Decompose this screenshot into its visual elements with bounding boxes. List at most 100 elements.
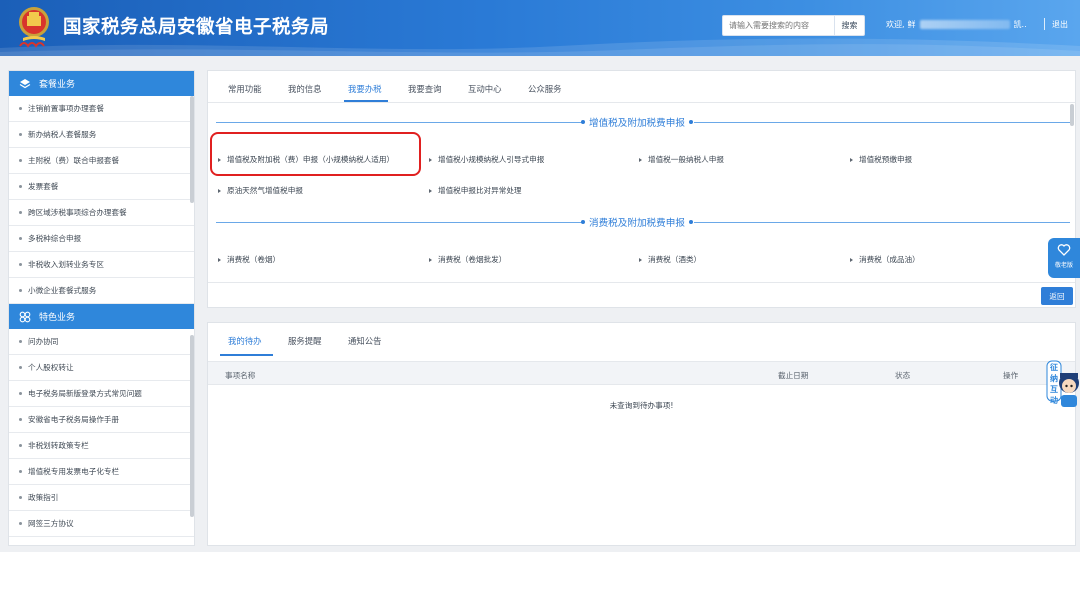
caret-right-icon: [639, 257, 642, 262]
bullet-icon: [19, 263, 22, 266]
sidebar-item[interactable]: 电子税务局新版登录方式常见问题: [9, 381, 194, 407]
sidebar-item-label: 主附税（费）联合申报套餐: [28, 156, 120, 165]
link-label: 增值税小规模纳税人引导式申报: [438, 155, 545, 164]
sidebar-section-package[interactable]: 套餐业务: [9, 71, 194, 96]
sidebar-item[interactable]: 多税种综合申报: [9, 226, 194, 252]
bullet-icon: [19, 522, 22, 525]
tab-interaction-center[interactable]: 互动中心: [468, 83, 502, 95]
sidebar-item[interactable]: 安徽省电子税务局操作手册: [9, 407, 194, 433]
link-crude-oil-gas[interactable]: 原油天然气增值税申报: [218, 185, 303, 196]
link-consumption-refined-oil[interactable]: 消费税（成品油）: [850, 254, 920, 265]
link-vat-guided[interactable]: 增值税小规模纳税人引导式申报: [429, 154, 544, 165]
search-button[interactable]: 搜索: [835, 15, 865, 36]
panel-scrollbar[interactable]: [1070, 104, 1074, 126]
link-label: 增值税申报比对异常处理: [438, 186, 522, 195]
tab-my-todos[interactable]: 我的待办: [228, 335, 262, 347]
link-vat-general[interactable]: 增值税一般纳税人申报: [639, 154, 724, 165]
sidebar-item-label: 电子税务局新版登录方式常见问题: [28, 389, 142, 398]
tab-my-info[interactable]: 我的信息: [288, 83, 322, 95]
bullet-icon: [19, 289, 22, 292]
bullet-icon: [19, 340, 22, 343]
bullet-icon: [19, 185, 22, 188]
site-title: 国家税务总局安徽省电子税务局: [63, 17, 330, 38]
bullet-icon: [19, 107, 22, 110]
sidebar-section-featured[interactable]: 特色业务: [9, 304, 194, 329]
section-divider-right: [694, 222, 1070, 223]
bullet-icon: [19, 418, 22, 421]
sidebar-item-label: 非税收入划转业务专区: [28, 260, 104, 269]
tab-file-taxes[interactable]: 我要办税: [348, 83, 382, 95]
sidebar-item-label: 问办协同: [28, 337, 59, 346]
panel-footer-divider: [208, 282, 1075, 283]
bullet-icon: [19, 159, 22, 162]
caret-right-icon: [218, 257, 221, 262]
todo-table-header: 事项名称 截止日期 状态 操作: [208, 361, 1075, 385]
sidebar-item-label: 小微企业套餐式服务: [28, 286, 97, 295]
tab-public-services[interactable]: 公众服务: [528, 83, 562, 95]
sidebar-item[interactable]: 新办纳税人套餐服务: [9, 122, 194, 148]
caret-right-icon: [639, 157, 642, 162]
section-divider-left: [216, 122, 582, 123]
col-deadline: 截止日期: [778, 371, 809, 380]
sidebar-item-label: 安徽省电子税务局操作手册: [28, 415, 120, 424]
section-divider-dot: [581, 220, 585, 224]
sidebar: 套餐业务 注销前置事项办理套餐 新办纳税人套餐服务 主附税（费）联合申报套餐 发…: [8, 70, 195, 546]
bullet-icon: [19, 470, 22, 473]
empty-todo-message: 未查询到待办事项!: [609, 401, 674, 410]
sidebar-item[interactable]: 个人股权转让: [9, 355, 194, 381]
tab-common-functions[interactable]: 常用功能: [228, 83, 262, 95]
link-consumption-cigarette[interactable]: 消费税（卷烟）: [218, 254, 280, 265]
highlight-annotation: [210, 132, 421, 176]
sidebar-item[interactable]: 问办协同: [9, 329, 194, 355]
sidebar-item-label: 多税种综合申报: [28, 234, 82, 243]
link-label: 消费税（酒类）: [648, 255, 702, 264]
search-input[interactable]: [722, 15, 835, 36]
sidebar-item-label: 网签三方协议: [28, 519, 74, 528]
sidebar-item-label: 个人股权转让: [28, 363, 74, 372]
sidebar-item[interactable]: 非税划转政策专栏: [9, 433, 194, 459]
sidebar-item-label: 新办纳税人套餐服务: [28, 130, 97, 139]
sidebar-item[interactable]: 网签三方协议: [9, 511, 194, 537]
sidebar-item-label: 跨区域涉税事项综合办理套餐: [28, 208, 127, 217]
todo-panel: 我的待办 服务提醒 通知公告 事项名称 截止日期 状态 操作 未查询到待办事项!: [207, 322, 1076, 546]
vat-section-title: 增值税及附加税费申报: [589, 118, 685, 129]
logout-link[interactable]: 退出: [1052, 19, 1068, 30]
tab-service-reminders[interactable]: 服务提醒: [288, 335, 322, 347]
tab-notices[interactable]: 通知公告: [348, 335, 382, 347]
link-label: 增值税一般纳税人申报: [648, 155, 724, 164]
section-divider-right: [694, 122, 1070, 123]
sidebar-item[interactable]: 增值税专用发票电子化专栏: [9, 459, 194, 485]
sidebar-item-label: 增值税专用发票电子化专栏: [28, 467, 120, 476]
welcome-name-start: 鲜: [907, 20, 916, 29]
active-tab-indicator: [220, 354, 273, 356]
caret-right-icon: [850, 157, 853, 162]
sidebar-item[interactable]: 主附税（费）联合申报套餐: [9, 148, 194, 174]
bullet-icon: [19, 133, 22, 136]
sidebar-scrollbar-top[interactable]: [190, 96, 194, 203]
back-button[interactable]: 返回: [1041, 287, 1073, 305]
sidebar-item[interactable]: 注销前置事项办理套餐: [9, 96, 194, 122]
welcome-prefix: 欢迎,: [886, 20, 905, 29]
link-vat-prepaid[interactable]: 增值税预缴申报: [850, 154, 912, 165]
elder-mode-button[interactable]: 敬老版: [1048, 238, 1080, 278]
sidebar-item-label: 政策指引: [28, 493, 59, 502]
sidebar-item[interactable]: 跨区域涉税事项综合办理套餐: [9, 200, 194, 226]
sidebar-item[interactable]: 非税收入划转业务专区: [9, 252, 194, 278]
col-item-name: 事项名称: [225, 371, 256, 380]
caret-right-icon: [429, 257, 432, 262]
link-consumption-liquor[interactable]: 消费税（酒类）: [639, 254, 701, 265]
sidebar-item[interactable]: 政策指引: [9, 485, 194, 511]
sidebar-item[interactable]: 小微企业套餐式服务: [9, 278, 194, 304]
welcome-suffix: 凯..: [1013, 20, 1027, 29]
sidebar-item-label: 注销前置事项办理套餐: [28, 104, 104, 113]
bullet-icon: [19, 211, 22, 214]
link-consumption-cigarette-wholesale[interactable]: 消费税（卷烟批发）: [429, 254, 506, 265]
link-vat-anomaly[interactable]: 增值税申报比对异常处理: [429, 185, 522, 196]
tab-my-queries[interactable]: 我要查询: [408, 83, 442, 95]
section-divider-left: [216, 222, 582, 223]
sidebar-item[interactable]: 发票套餐: [9, 174, 194, 200]
care-icon: [1057, 244, 1071, 256]
sidebar-scrollbar-bottom[interactable]: [190, 335, 194, 517]
caret-right-icon: [429, 188, 432, 193]
welcome-user: 欢迎, 鲜 凯..: [886, 19, 1027, 30]
